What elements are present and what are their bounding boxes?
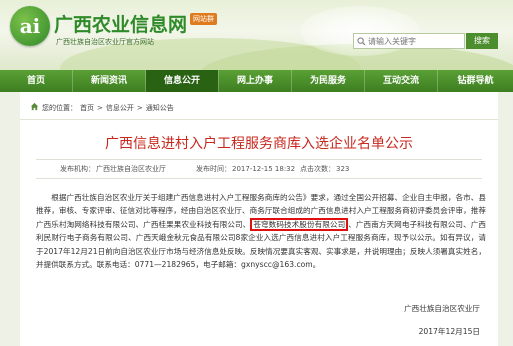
home-icon <box>30 102 39 113</box>
nav-item-info-public[interactable]: 信息公开 <box>146 70 218 92</box>
site-subtitle: 广西壮族自治区农业厅官方网站 <box>56 38 154 46</box>
main-nav: 首页 新闻资讯 信息公开 网上办事 为民服务 互动交流 钻群导航 <box>0 70 513 92</box>
search-button[interactable]: 搜索 <box>466 33 498 49</box>
search-input[interactable] <box>368 36 460 46</box>
breadcrumb: 您的位置： 首页 > 信息公开 > 通知公告 <box>30 102 174 113</box>
article-paragraph: 根据广西壮族自治区农业厅关于组建广西信息进村入户工程服务商库的公告》要求，通过全… <box>36 191 486 271</box>
article-panel: 您的位置： 首页 > 信息公开 > 通知公告 广西信息进村入户工程服务商库入选企… <box>20 92 498 346</box>
breadcrumb-info-public[interactable]: 信息公开 <box>106 103 134 113</box>
article-body: 根据广西壮族自治区农业厅关于组建广西信息进村入户工程服务商库的公告》要求，通过全… <box>36 191 486 271</box>
nav-item-news[interactable]: 新闻资讯 <box>73 70 145 92</box>
highlighted-company: 苍穹数码技术股份有限公司 <box>250 217 349 231</box>
nav-item-home[interactable]: 首页 <box>0 70 72 92</box>
views-count: 323 <box>336 165 350 173</box>
breadcrumb-home[interactable]: 首页 <box>80 103 94 113</box>
divider <box>20 119 498 120</box>
views-label: 点击次数： <box>300 165 335 173</box>
publisher-label: 发布机构： <box>60 165 95 173</box>
search-box <box>353 33 465 49</box>
breadcrumb-separator: > <box>136 103 143 112</box>
publish-time-label: 发布时间： <box>196 165 231 173</box>
breadcrumb-prefix: 您的位置： <box>42 103 77 112</box>
article-meta: 发布机构： 广西壮族自治区农业厅 发布时间： 2017-12-15 18:32 … <box>36 159 482 179</box>
nav-item-interaction[interactable]: 互动交流 <box>365 70 437 92</box>
nav-item-online-services[interactable]: 网上办事 <box>219 70 291 92</box>
nav-item-public-services[interactable]: 为民服务 <box>292 70 364 92</box>
breadcrumb-separator: > <box>97 103 103 112</box>
article-title: 广西信息进村入户工程服务商库入选企业名单公示 <box>105 136 413 152</box>
sign-date: 2017年12月15日 <box>418 327 480 336</box>
publisher: 广西壮族自治区农业厅 <box>96 165 166 173</box>
breadcrumb-notices[interactable]: 通知公告 <box>146 103 174 113</box>
publish-time: 2017-12-15 18:32 <box>232 165 296 173</box>
logo-icon[interactable]: ai <box>10 6 50 46</box>
nav-item-site-group[interactable]: 钻群导航 <box>438 70 513 92</box>
site-header: ai 广西农业信息网 网站群 广西壮族自治区农业厅官方网站 搜索 <box>0 0 513 70</box>
signature: 广西壮族自治区农业厅 <box>404 304 480 313</box>
site-title[interactable]: 广西农业信息网 <box>54 10 187 37</box>
search-icon <box>354 34 368 48</box>
site-group-badge[interactable]: 网站群 <box>190 13 217 25</box>
